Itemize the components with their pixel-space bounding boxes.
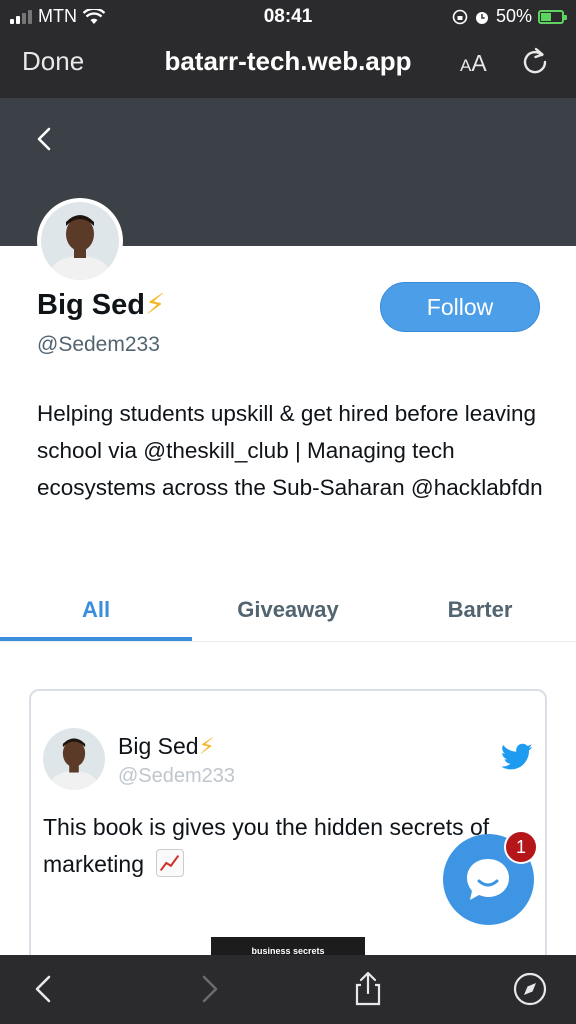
tweet-author-name: Big Sed⚡ <box>118 733 215 760</box>
url-bar: Done batarr-tech.web.app AA <box>0 34 576 98</box>
status-right: 50% <box>452 6 567 27</box>
tweet-author-name-text: Big Sed <box>118 733 199 759</box>
profile-avatar[interactable] <box>37 198 123 284</box>
tweet-text-content: This book is gives you the hidden secret… <box>43 814 490 877</box>
battery-icon <box>538 9 567 24</box>
tab-barter[interactable]: Barter <box>384 588 576 642</box>
status-bar: MTN 08:41 50% <box>0 0 576 34</box>
profile-avatar-image <box>41 202 119 280</box>
browser-back-icon[interactable] <box>27 971 63 1007</box>
active-tab-indicator <box>0 637 192 641</box>
url-text[interactable]: batarr-tech.web.app <box>0 46 576 77</box>
lightning-emoji: ⚡ <box>198 733 215 759</box>
profile-bio: Helping students upskill & get hired bef… <box>37 401 543 500</box>
alarm-icon <box>475 11 488 24</box>
lightning-emoji: ⚡ <box>144 289 166 321</box>
chart-increasing-icon <box>156 849 185 877</box>
profile-name-text: Big Sed <box>37 289 145 321</box>
chat-notification-badge: 1 <box>504 830 538 864</box>
text-size-button[interactable]: AA <box>460 50 487 77</box>
profile-name: Big Sed⚡ <box>37 287 165 322</box>
browser-bottom-toolbar <box>0 955 576 1024</box>
reload-icon[interactable] <box>520 46 550 76</box>
tab-all[interactable]: All <box>0 588 192 642</box>
profile-handle: @Sedem233 <box>37 333 160 356</box>
text-size-small-glyph: A <box>460 56 472 75</box>
compass-icon[interactable] <box>512 971 548 1007</box>
tweet-author-handle: @Sedem233 <box>118 765 236 787</box>
browser-forward-icon[interactable] <box>190 971 226 1007</box>
tweet-avatar[interactable] <box>43 728 105 790</box>
share-icon[interactable] <box>350 971 386 1007</box>
text-size-large-glyph: A <box>471 50 487 76</box>
profile-tabs: All Giveaway Barter <box>0 588 576 642</box>
orientation-lock-icon <box>452 9 468 24</box>
battery-percent: 50% <box>495 6 532 26</box>
tab-giveaway[interactable]: Giveaway <box>192 588 384 642</box>
back-icon[interactable] <box>30 124 60 154</box>
browser-top-chrome: MTN 08:41 50% Done batarr-tech.web.app A… <box>0 0 576 98</box>
follow-button[interactable]: Follow <box>380 282 540 332</box>
twitter-bird-icon[interactable] <box>501 743 533 771</box>
